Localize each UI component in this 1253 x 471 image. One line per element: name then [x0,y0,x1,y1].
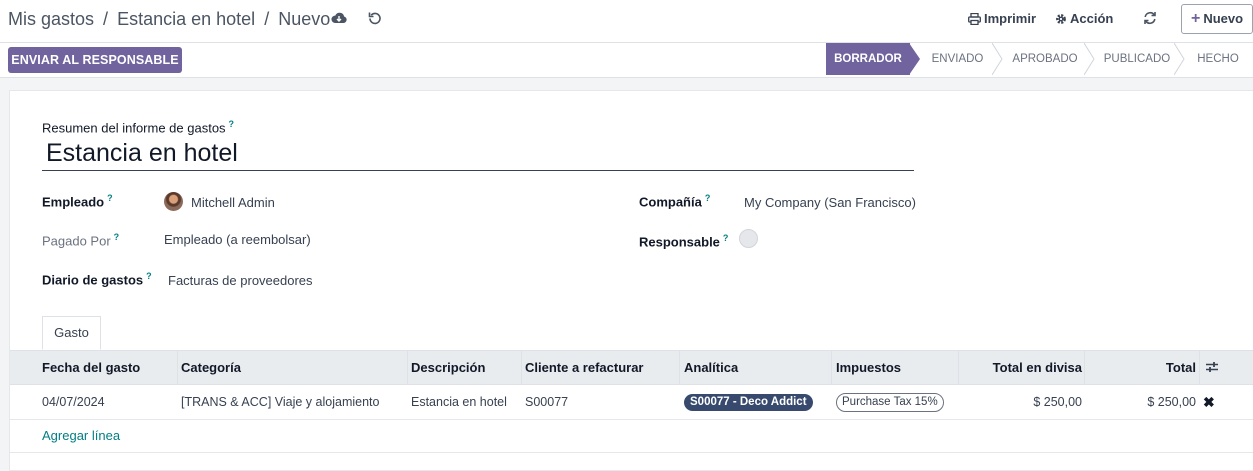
help-tooltip-icon[interactable]: ? [146,271,152,281]
column-header-total-currency[interactable]: Total en divisa [960,351,1082,384]
print-label: Imprimir [984,11,1037,26]
stage-separator [1084,43,1095,75]
column-divider [407,351,408,384]
gear-icon [1056,14,1066,24]
help-tooltip-icon[interactable]: ? [705,193,711,203]
column-header-date[interactable]: Fecha del gasto [42,351,140,384]
responsible-avatar-placeholder[interactable] [739,229,758,248]
stage-separator [992,43,1003,75]
paid-by-label: Pagado Por? [42,232,120,249]
status-bar: ENVIAR AL RESPONSABLE BORRADOR ENVIADO A… [0,43,1253,78]
breadcrumb-item-current: Nuevo [278,9,331,29]
employee-avatar [164,192,183,211]
table-header: Fecha del gasto Categoría Descripción Cl… [10,350,1253,385]
stage-posted[interactable]: PUBLICADO [1096,43,1178,75]
help-tooltip-icon[interactable]: ? [229,119,235,129]
column-header-analytic[interactable]: Analítica [684,351,738,384]
breadcrumb-separator: / [264,9,270,29]
column-header-category[interactable]: Categoría [181,351,241,384]
column-divider [958,351,959,384]
help-tooltip-icon[interactable]: ? [114,232,120,242]
column-header-customer[interactable]: Cliente a refacturar [525,351,644,384]
cell-description[interactable]: Estancia en hotel [411,385,507,419]
new-label: Nuevo [1203,11,1244,26]
analytic-tag[interactable]: S00077 - Deco Addict [684,394,813,411]
company-field[interactable]: My Company (San Francisco) [744,195,916,210]
cell-total-currency: $ 250,00 [1033,395,1082,409]
breadcrumb-item-my-expenses[interactable]: Mis gastos [8,9,94,29]
add-line-link[interactable]: Agregar línea [42,428,120,443]
stage-arrow [909,43,920,75]
refresh-icon[interactable] [1141,11,1159,29]
cell-category[interactable]: [TRANS & ACC] Viaje y alojamiento [181,385,379,419]
form-sheet: Resumen del informe de gastos? Estancia … [9,90,1253,471]
action-label: Acción [1070,11,1114,26]
stage-approved[interactable]: APROBADO [1004,43,1086,75]
send-to-manager-button[interactable]: ENVIAR AL RESPONSABLE [8,47,182,73]
plus-icon: + [1191,10,1201,27]
stage-sent[interactable]: ENVIADO [921,43,994,75]
column-header-total[interactable]: Total [1086,351,1196,384]
column-divider [679,351,680,384]
journal-field[interactable]: Facturas de proveedores [168,273,313,288]
breadcrumb-item-report[interactable]: Estancia en hotel [117,9,255,29]
printer-icon [968,12,981,26]
company-label: Compañía? [639,193,711,210]
cell-date[interactable]: 04/07/2024 [42,385,105,419]
journal-label: Diario de gastos? [42,271,152,288]
help-tooltip-icon[interactable]: ? [723,233,729,243]
summary-label: Resumen del informe de gastos? [42,119,235,136]
stage-separator [1174,43,1185,75]
tax-tag[interactable]: Purchase Tax 15% [836,393,944,412]
column-divider [177,351,178,384]
table-row[interactable]: 04/07/2024 [TRANS & ACC] Viaje y alojami… [10,385,1253,420]
breadcrumb-separator: / [103,9,109,29]
help-tooltip-icon[interactable]: ? [107,193,113,203]
paid-by-field[interactable]: Empleado (a reembolsar) [164,232,311,247]
control-panel: Mis gastos / Estancia en hotel / Nuevo I… [0,0,1253,43]
print-button[interactable]: Imprimir [968,11,1036,26]
tab-expense[interactable]: Gasto [42,316,101,350]
stage-done[interactable]: HECHO [1186,43,1250,75]
cell-customer[interactable]: S00077 [525,385,568,419]
column-divider [1084,351,1085,384]
action-button[interactable]: Acción [1055,11,1113,26]
optional-columns-icon[interactable] [1205,352,1219,385]
discard-undo-icon[interactable] [366,11,384,29]
summary-input[interactable]: Estancia en hotel [42,138,914,171]
save-cloud-icon[interactable] [330,11,348,29]
column-divider [521,351,522,384]
new-button[interactable]: + Nuevo [1181,4,1253,34]
column-divider [1199,351,1200,384]
column-header-description[interactable]: Descripción [411,351,485,384]
responsible-label: Responsable? [639,233,729,250]
cell-total: $ 250,00 [1147,395,1196,409]
column-header-taxes[interactable]: Impuestos [836,351,901,384]
breadcrumb: Mis gastos / Estancia en hotel / Nuevo [8,9,334,30]
column-divider [831,351,832,384]
divider [10,452,1253,453]
employee-label: Empleado? [42,193,113,210]
stage-draft[interactable]: BORRADOR [826,43,910,75]
employee-field[interactable]: Mitchell Admin [191,195,275,210]
delete-row-icon[interactable]: ✖ [1203,385,1215,419]
